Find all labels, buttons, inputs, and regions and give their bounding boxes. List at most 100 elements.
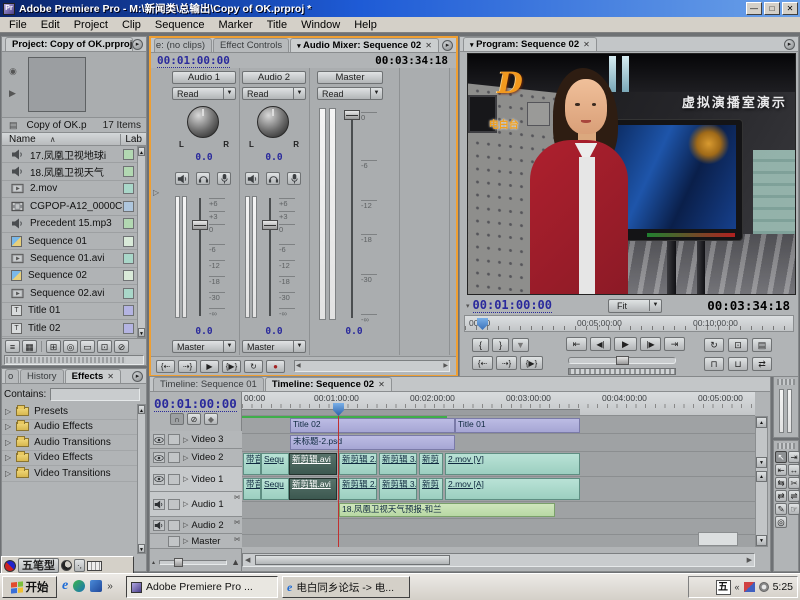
track-name-button[interactable]: Audio 2 (242, 71, 306, 84)
volume-fader[interactable] (344, 110, 360, 120)
toggle-track-output[interactable] (153, 520, 165, 531)
project-item[interactable]: Sequence 01 (2, 233, 137, 250)
play-button[interactable]: ▶ (614, 337, 637, 351)
scroll-up-icon[interactable]: ▲ (138, 147, 145, 156)
output-button[interactable]: ▤ (752, 338, 772, 352)
play-in-out-button[interactable]: {▶} (520, 356, 543, 370)
menu-sequence[interactable]: Sequence (148, 18, 212, 32)
loop-button[interactable]: ↻ (704, 338, 724, 352)
expand-icon[interactable]: ▷ (183, 537, 188, 545)
track-name-button[interactable]: Audio 1 (172, 71, 236, 84)
timeline-clip[interactable]: 带音 (243, 453, 261, 475)
tab-effect-controls[interactable]: Effect Controls (213, 38, 289, 52)
expand-icon[interactable]: ▷ (5, 407, 11, 416)
expand-icon[interactable]: ▷ (183, 500, 188, 508)
tray-clock-icon[interactable] (759, 582, 769, 592)
timeline-clip[interactable]: 带音 (243, 478, 261, 500)
expand-icon[interactable]: ▷ (183, 475, 188, 483)
find-button[interactable]: ◎ (63, 340, 78, 353)
goto-in-button[interactable]: {⇠ (156, 360, 175, 373)
effects-folder-video-effects[interactable]: ▷ Video Effects (2, 451, 137, 467)
set-marker-button[interactable]: ▼ (512, 338, 529, 352)
loop-button[interactable]: ↻ (244, 360, 263, 373)
mute-track-button[interactable] (175, 172, 189, 185)
effects-scrollbar[interactable]: ▲ ▼ (137, 404, 146, 554)
volume-fader[interactable] (262, 220, 278, 230)
toggle-track-output[interactable] (153, 499, 165, 510)
step-back-button[interactable]: ◀| (590, 337, 611, 351)
scroll-left-icon[interactable]: ◀ (245, 556, 250, 564)
tab-effects[interactable]: Effects✕ (65, 369, 121, 383)
project-item[interactable]: 2.mov (2, 181, 137, 198)
tray-collapse-icon[interactable]: « (735, 582, 740, 592)
label-chip[interactable] (123, 183, 134, 194)
project-hscrollbar[interactable] (4, 355, 144, 365)
new-item-button[interactable]: ⊡ (97, 340, 112, 353)
scroll-up-icon[interactable]: ▲ (138, 405, 145, 414)
track-lock-box[interactable] (168, 536, 180, 547)
tab-close-icon[interactable]: ✕ (107, 372, 114, 381)
level-value[interactable]: 0.0 (311, 326, 397, 337)
expand-icon[interactable]: ▷ (5, 422, 11, 431)
quicklaunch-icon[interactable] (73, 580, 85, 592)
column-label[interactable]: Lab (120, 134, 142, 145)
set-out-button[interactable]: } (492, 338, 509, 352)
project-item[interactable]: 17.凤凰卫视地球i (2, 146, 137, 163)
preview-play-icon[interactable]: ▶ (9, 88, 16, 99)
mute-track-button[interactable] (245, 172, 259, 185)
timeline-clip[interactable]: 新剪辑 3. (379, 453, 417, 475)
expand-icon[interactable]: ▷ (183, 521, 188, 529)
timeline-clip-selected[interactable]: 新剪辑.avi (289, 453, 337, 475)
sort-ascending-icon[interactable]: ∧ (50, 135, 56, 144)
chevron-down-icon[interactable]: ▼ (649, 300, 661, 311)
tab-history[interactable]: History (20, 369, 64, 383)
shuttle-thumb[interactable] (616, 356, 629, 365)
taskbar-task-premiere[interactable]: Adobe Premiere Pro ... (126, 576, 278, 598)
expand-icon[interactable]: ▷ (5, 438, 11, 447)
solo-track-button[interactable] (196, 172, 210, 185)
output-dropdown[interactable]: Master▼ (242, 340, 306, 353)
punctuation-icon[interactable]: ·, (74, 559, 85, 572)
program-video-display[interactable]: D 电白台 虚拟演播室演示 (467, 53, 796, 295)
enable-record-button[interactable] (287, 172, 301, 185)
play-in-out-button[interactable]: {▶} (222, 360, 241, 373)
tab-source-monitor[interactable]: e: (no clips) (154, 38, 212, 52)
tab-close-icon[interactable]: ✕ (583, 40, 590, 49)
expand-icon[interactable]: ▷ (183, 436, 188, 444)
goto-in-button[interactable]: {⇠ (472, 356, 493, 370)
work-area-bar[interactable] (242, 409, 580, 415)
ime-mode-button[interactable]: 五笔型 (18, 558, 59, 573)
project-item[interactable]: Sequence 01.avi (2, 250, 137, 267)
effects-folder-presets[interactable]: ▷ Presets (2, 404, 137, 420)
label-chip[interactable] (123, 288, 134, 299)
tab-close-icon[interactable]: ✕ (378, 380, 385, 389)
automation-mode-dropdown[interactable]: Read▼ (317, 87, 383, 100)
next-edit-button[interactable]: ⇥ (664, 337, 685, 351)
menu-file[interactable]: File (2, 18, 34, 32)
soft-keyboard-icon[interactable] (87, 561, 102, 571)
menu-window[interactable]: Window (294, 18, 347, 32)
tab-info[interactable]: o (5, 369, 19, 383)
track-name-button[interactable]: Master (317, 71, 383, 84)
expand-icon[interactable]: ▷ (5, 469, 11, 478)
timeline-tracks-area[interactable]: Title 02 Title 01 未标题-2.psd 带音 Sequ 新剪辑.… (242, 416, 755, 547)
timeline-clip[interactable]: 新剪辑 2. (339, 478, 377, 500)
panel-menu-button[interactable]: ▸ (442, 40, 453, 51)
label-chip[interactable] (123, 253, 134, 264)
goto-out-button[interactable]: ⇢} (496, 356, 517, 370)
scroll-down-icon[interactable]: ▼ (756, 457, 767, 468)
timeline-clip[interactable]: 2.mov [A] (445, 478, 580, 500)
project-item[interactable]: T Title 02 (2, 320, 137, 337)
chevron-down-icon[interactable]: ▼ (223, 341, 235, 352)
project-item[interactable]: Precedent 15.mp3 (2, 216, 137, 233)
track-header-audio2[interactable]: ▷ Audio 2 ⋈ (150, 517, 242, 534)
snap-button[interactable]: ∩ (170, 413, 184, 425)
track-header-video3[interactable]: ▷ Video 3 (150, 431, 242, 449)
list-view-button[interactable]: ≡ (5, 340, 20, 353)
tab-project[interactable]: Project: Copy of OK.prproj✕ (5, 37, 133, 51)
label-chip[interactable] (123, 305, 134, 316)
output-dropdown[interactable]: Master▼ (172, 340, 236, 353)
timeline-clip[interactable]: 新剪辑 3. (379, 478, 417, 500)
scroll-up-icon[interactable]: ▲ (756, 417, 767, 428)
label-chip[interactable] (123, 270, 134, 281)
